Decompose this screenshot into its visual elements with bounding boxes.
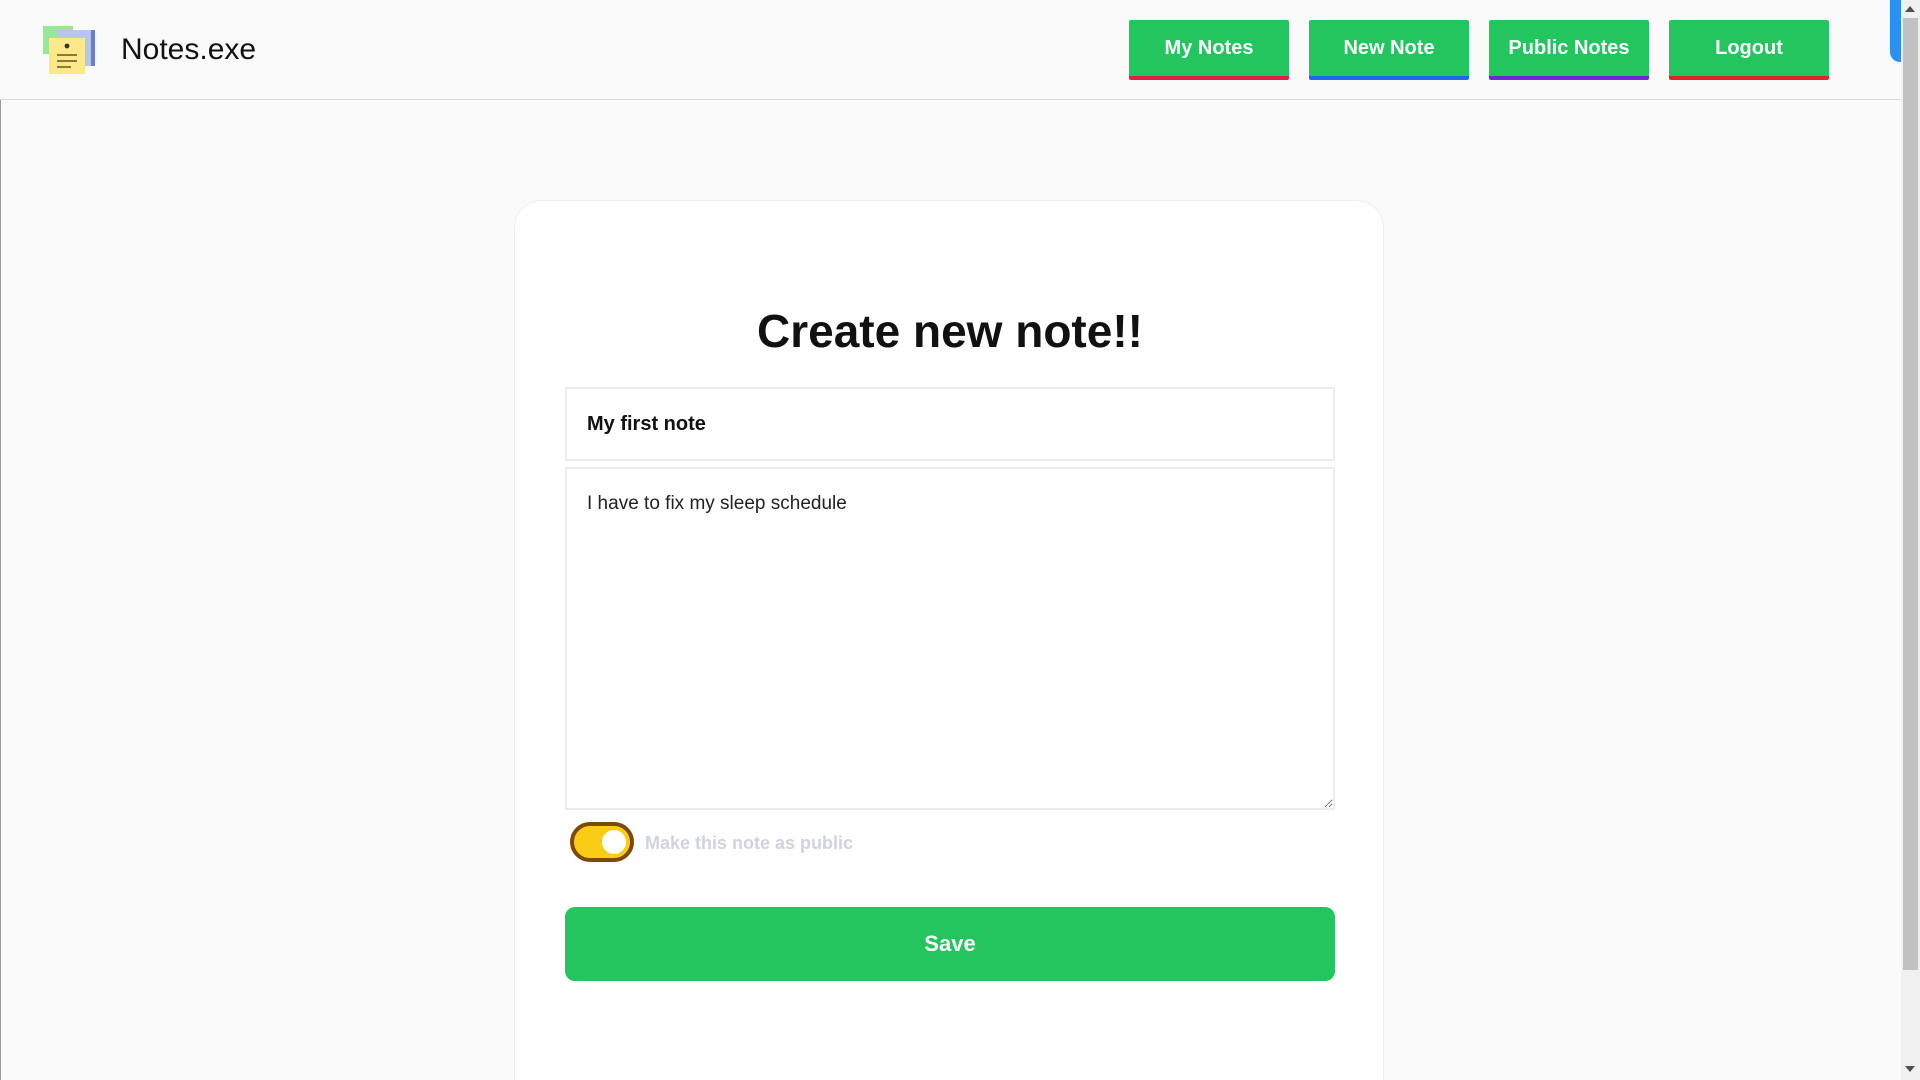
app-title: Notes.exe: [121, 33, 257, 66]
nav-public-notes-button[interactable]: Public Notes: [1489, 20, 1649, 80]
note-title-input[interactable]: [565, 387, 1335, 461]
scroll-down-arrow-icon[interactable]: [1905, 1066, 1915, 1072]
window-left-edge: [0, 0, 1, 1080]
sticky-notes-icon[interactable]: [43, 24, 97, 76]
top-header: Notes.exe My Notes New Note Public Notes…: [0, 0, 1900, 100]
nav-logout-button[interactable]: Logout: [1669, 20, 1829, 80]
public-toggle-switch[interactable]: [570, 822, 634, 862]
note-body-textarea[interactable]: I have to fix my sleep schedule: [565, 467, 1335, 810]
save-button[interactable]: Save: [565, 907, 1335, 981]
public-toggle-label: Make this note as public: [645, 833, 854, 853]
page-title: Create new note!!: [757, 305, 1143, 357]
scrollbar-thumb[interactable]: [1903, 18, 1918, 970]
nav-new-note-button[interactable]: New Note: [1309, 20, 1469, 80]
nav-my-notes-button[interactable]: My Notes: [1129, 20, 1289, 80]
toggle-knob: [602, 830, 626, 854]
page: Notes.exe My Notes New Note Public Notes…: [0, 0, 1920, 1080]
vertical-scrollbar[interactable]: [1901, 0, 1920, 1080]
scroll-up-arrow-icon[interactable]: [1905, 6, 1915, 12]
create-note-card: Create new note!! I have to fix my sleep…: [514, 200, 1384, 1080]
